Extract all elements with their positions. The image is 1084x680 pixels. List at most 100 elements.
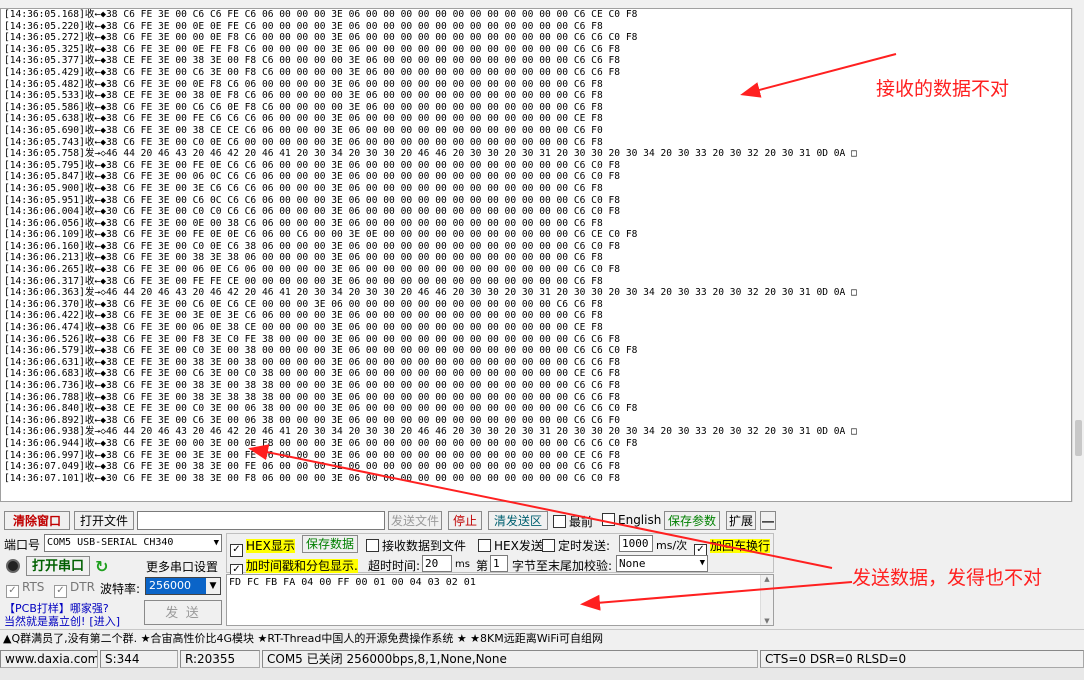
log-line: [14:36:05.758]发→◇46 44 20 46 43 20 46 42… — [4, 148, 857, 160]
log-line: [14:36:05.325]收←◆38 C6 FE 3E 00 0E FE F8… — [4, 43, 621, 55]
checkbox-icon — [602, 513, 615, 526]
checkbox-icon — [553, 515, 566, 528]
hex-display-label: HEX显示 — [246, 539, 295, 553]
send-scrollbar[interactable]: ▲ ▼ — [760, 575, 773, 625]
status-received-count: R:20355 — [180, 650, 260, 668]
log-line: [14:36:06.997]收←◆38 C6 FE 3E 00 3E 3E 00… — [4, 449, 621, 461]
topmost-label: 最前 — [569, 515, 594, 529]
news-ticker[interactable]: ▲Q群满员了,没有第二个群. ★合宙高性价比4G模块 ★RT-Thread中国人… — [0, 629, 1084, 647]
log-line: [14:36:06.422]收←◆38 C6 FE 3E 00 3E 0E 3E… — [4, 310, 603, 322]
log-line: [14:36:05.377]收←◆38 CE FE 3E 00 38 3E 00… — [4, 55, 621, 67]
save-data-button[interactable]: 保存数据 — [302, 535, 358, 553]
hex-send-checkbox[interactable]: HEX发送 — [478, 537, 543, 554]
hex-send-label: HEX发送 — [494, 539, 543, 553]
save-params-button[interactable]: 保存参数 — [664, 511, 720, 530]
log-scrollbar[interactable] — [1072, 8, 1084, 502]
nth-input[interactable]: 1 — [490, 555, 508, 572]
log-line: [14:36:06.683]收←◆38 C6 FE 3E 00 C6 3E 00… — [4, 368, 621, 380]
add-crlf-checkbox[interactable]: ✓ 加回车换行 — [694, 537, 771, 557]
chevron-down-icon: ▼ — [206, 578, 220, 594]
open-port-button[interactable]: 打开串口 — [26, 556, 90, 576]
log-line: [14:36:06.004]收←◆30 C6 FE 3E 00 C0 C0 C6… — [4, 206, 621, 218]
checksum-select[interactable]: None ▼ — [616, 555, 708, 572]
timeout-unit: ms — [455, 559, 470, 570]
annotation-recv-wrong: 接收的数据不对 — [876, 78, 1010, 100]
topmost-checkbox[interactable]: 最前 — [553, 513, 593, 530]
clear-window-button[interactable]: 清除窗口 — [4, 511, 70, 530]
checksum-label: 字节至末尾加校验: — [512, 559, 613, 573]
log-line: [14:36:06.944]收←◆38 C6 FE 3E 00 00 3E 00… — [4, 437, 638, 449]
log-line: [14:36:05.690]收←◆38 C6 FE 3E 00 38 CE CE… — [4, 124, 603, 136]
refresh-icon[interactable]: ↻ — [95, 557, 108, 576]
rts-checkbox[interactable]: ✓ RTS — [6, 580, 44, 598]
recv-to-file-checkbox[interactable]: 接收数据到文件 — [366, 537, 466, 554]
clear-send-area-button[interactable]: 清发送区 — [488, 511, 548, 530]
send-button[interactable]: 发 送 — [144, 600, 222, 625]
checksum-value: None — [619, 557, 646, 570]
open-file-button[interactable]: 打开文件 — [74, 511, 134, 530]
hex-display-checkbox[interactable]: ✓ HEX显示 — [230, 537, 295, 557]
timeout-input[interactable]: 20 — [422, 555, 452, 572]
log-line: [14:36:06.526]收←◆38 C6 FE 3E 00 F8 3E C0… — [4, 333, 621, 345]
baud-label: 波特率: — [100, 582, 141, 596]
timestamp-label: 加时间戳和分包显示. — [246, 559, 358, 573]
rts-label: RTS — [22, 580, 45, 594]
log-line: [14:36:06.579]收←◆38 C6 FE 3E 00 C0 3E 00… — [4, 345, 638, 357]
status-bar: www.daxia.com S:344 R:20355 COM5 已关闭 256… — [0, 650, 1084, 668]
timed-send-checkbox[interactable]: 定时发送: — [542, 537, 610, 554]
log-line: [14:36:05.847]收←◆38 C6 FE 3E 00 06 0C C6… — [4, 171, 621, 183]
status-sent-count: S:344 — [100, 650, 178, 668]
status-website[interactable]: www.daxia.com — [0, 650, 98, 668]
port-select[interactable]: COM5 USB-SERIAL CH340 ▼ — [44, 534, 222, 552]
log-line: [14:36:06.631]收←◆38 CE FE 3E 00 38 3E 00… — [4, 356, 621, 368]
log-line: [14:36:05.795]收←◆38 C6 FE 3E 00 FE 0E C6… — [4, 159, 621, 171]
log-line: [14:36:07.101]收←◆30 C6 FE 3E 00 38 3E 00… — [4, 472, 621, 484]
scrollbar-thumb[interactable] — [1075, 420, 1082, 456]
log-line: [14:36:06.370]收←◆38 C6 FE 3E 00 C6 0E C6… — [4, 298, 603, 310]
send-file-button[interactable]: 发送文件 — [388, 511, 442, 530]
scroll-up-icon[interactable]: ▲ — [761, 575, 773, 583]
nth-label: 第 — [476, 559, 489, 573]
log-line: [14:36:06.265]收←◆38 C6 FE 3E 00 06 0E C6… — [4, 264, 621, 276]
log-line: [14:36:05.586]收←◆38 C6 FE 3E 00 C6 C6 0E… — [4, 101, 603, 113]
ad-line-2[interactable]: 当然就是嘉立创! [进入] — [4, 613, 120, 629]
ad-text: 当然就是嘉立创! — [4, 615, 86, 628]
chevron-down-icon: ▼ — [213, 538, 219, 548]
status-line-states: CTS=0 DSR=0 RLSD=0 — [760, 650, 1084, 668]
log-line: [14:36:06.056]收←◆38 C6 FE 3E 00 0E 00 38… — [4, 217, 603, 229]
ticker-text: ▲Q群满员了,没有第二个群. ★合宙高性价比4G模块 ★RT-Thread中国人… — [3, 632, 604, 645]
scroll-down-icon[interactable]: ▼ — [761, 617, 773, 625]
send-textarea[interactable]: FD FC FB FA 04 00 FF 00 01 00 04 03 02 0… — [226, 574, 774, 626]
log-line: [14:36:05.220]收←◆38 C6 FE 3E 00 0E 0E FE… — [4, 20, 603, 32]
collapse-button[interactable]: — — [760, 511, 776, 530]
baud-select[interactable]: 256000 ▼ — [145, 577, 221, 595]
log-line: [14:36:05.272]收←◆38 C6 FE 3E 00 00 0E F8… — [4, 32, 638, 44]
checkbox-icon: ✓ — [230, 544, 243, 557]
file-path-input[interactable] — [137, 511, 385, 530]
annotation-send-wrong: 发送数据，发得也不对 — [852, 567, 1043, 589]
port-value: COM5 USB-SERIAL CH340 — [47, 537, 174, 548]
log-line: [14:36:05.900]收←◆38 C6 FE 3E 00 3E C6 C6… — [4, 182, 603, 194]
timed-send-label: 定时发送: — [558, 539, 611, 553]
log-line: [14:36:05.168]收←◆38 C6 FE 3E 00 C6 C6 FE… — [4, 9, 638, 20]
more-port-settings-link[interactable]: 更多串口设置 — [146, 558, 218, 575]
log-line: [14:36:06.938]发→◇46 44 20 46 43 20 46 42… — [4, 426, 857, 438]
interval-input[interactable]: 1000 — [619, 535, 653, 552]
expand-button[interactable]: 扩展 — [726, 511, 756, 530]
stop-button[interactable]: 停止 — [448, 511, 482, 530]
status-port-state: COM5 已关闭 256000bps,8,1,None,None — [262, 650, 758, 668]
checkbox-icon: ✓ — [54, 585, 67, 598]
checkbox-icon — [366, 539, 379, 552]
dtr-checkbox[interactable]: ✓ DTR — [54, 580, 95, 598]
log-line: [14:36:06.892]收←◆38 C6 FE 3E 00 C6 3E 00… — [4, 414, 621, 426]
ad-enter-link[interactable]: [进入] — [89, 615, 120, 628]
log-line: [14:36:06.840]收←◆38 CE FE 3E 00 C0 3E 00… — [4, 403, 638, 415]
checkbox-icon — [542, 539, 555, 552]
english-checkbox[interactable]: English — [602, 513, 661, 527]
port-label: 端口号 — [4, 538, 41, 552]
recv-to-file-label: 接收数据到文件 — [382, 539, 467, 553]
background-window-strip — [0, 668, 1084, 680]
port-status-led-icon — [6, 559, 20, 573]
menu-bar — [0, 0, 1084, 8]
add-crlf-label: 加回车换行 — [710, 539, 771, 553]
